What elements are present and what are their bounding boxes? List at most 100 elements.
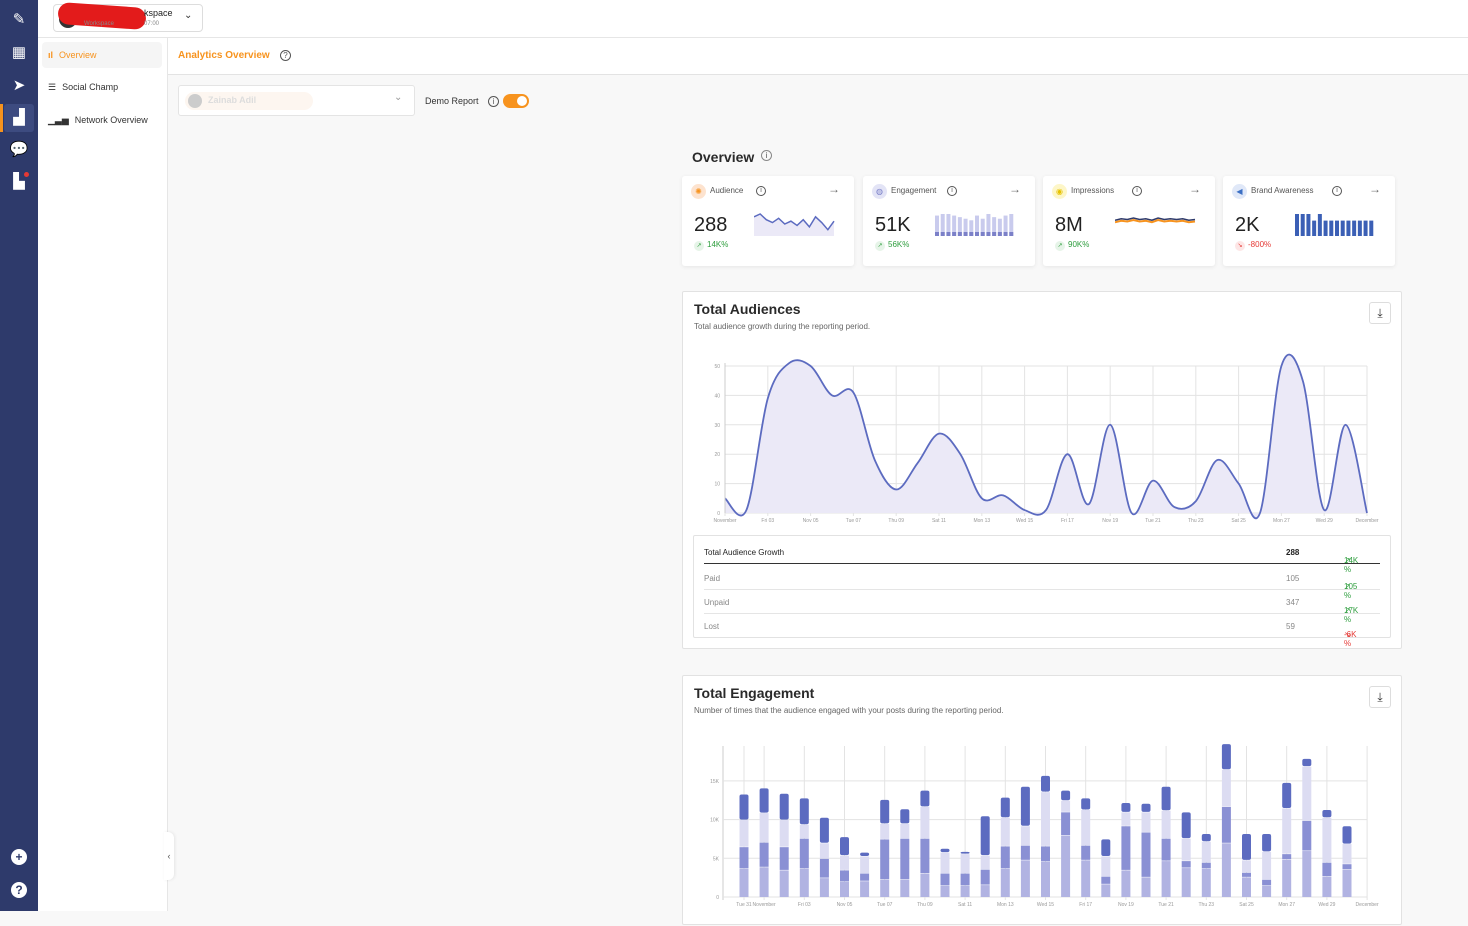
bar-segment-1 bbox=[1001, 869, 1010, 897]
x-tick-label: Sat 25 bbox=[1231, 518, 1246, 524]
bar-segment-1 bbox=[1262, 886, 1271, 897]
x-tick-label: Mon 27 bbox=[1278, 902, 1295, 908]
workspace-selector[interactable]: kspace Workspace 07:00 ⌄ bbox=[53, 4, 203, 32]
account-name: Zainab Adil bbox=[208, 95, 256, 105]
bar-segment-2 bbox=[1302, 821, 1311, 851]
bar-segment-2 bbox=[760, 843, 769, 867]
bar-segment-2 bbox=[1142, 832, 1151, 876]
bar-segment-3 bbox=[760, 813, 769, 842]
bar-segment-1 bbox=[1202, 869, 1211, 897]
analytics-icon[interactable]: ▟ bbox=[9, 108, 29, 128]
x-tick-label: Tue 31 bbox=[736, 902, 752, 908]
y-tick-label: 20 bbox=[714, 452, 720, 458]
arrow-right-icon[interactable]: → bbox=[1369, 182, 1381, 196]
bar-segment-4 bbox=[1081, 798, 1090, 809]
bar-segment-1 bbox=[1081, 860, 1090, 897]
sidebar-item-social-champ[interactable]: ☰ Social Champ bbox=[42, 74, 162, 100]
bar-segment-1 bbox=[900, 880, 909, 897]
help-icon[interactable]: ? bbox=[11, 882, 27, 898]
analytics-sidebar: ıl Overview ☰ Social Champ ▁▃▅ Network O… bbox=[38, 38, 168, 911]
arrow-right-icon[interactable]: → bbox=[828, 182, 840, 196]
x-tick-label: Wed 15 bbox=[1037, 902, 1054, 908]
x-tick-label: Tue 21 bbox=[1145, 518, 1161, 524]
bar-segment-4 bbox=[740, 795, 749, 820]
bar-segment-1 bbox=[1021, 860, 1030, 897]
table-row: Unpaid347↗ 17K % bbox=[704, 590, 1380, 614]
bar-segment-3 bbox=[1343, 844, 1352, 864]
help-icon[interactable]: ? bbox=[280, 50, 291, 61]
card-change: ↗ 14K% bbox=[694, 240, 728, 251]
bar-segment-3 bbox=[1322, 818, 1331, 862]
row-value: 347 bbox=[1286, 598, 1299, 607]
account-select[interactable]: Zainab Adil ⌄ bbox=[178, 85, 415, 116]
bar-segment-1 bbox=[1101, 884, 1110, 897]
info-icon: i bbox=[1332, 186, 1342, 196]
bar-segment-4 bbox=[981, 816, 990, 855]
page-header: Analytics Overview ? bbox=[168, 38, 1468, 75]
card-label: Engagement bbox=[891, 186, 936, 195]
bar-segment-1 bbox=[920, 873, 929, 897]
bar-segment-2 bbox=[1282, 854, 1291, 859]
sidebar-item-network-overview[interactable]: ▁▃▅ Network Overview bbox=[42, 107, 162, 133]
inbox-icon[interactable]: 💬 bbox=[9, 140, 29, 160]
sidebar-item-overview[interactable]: ıl Overview bbox=[42, 42, 162, 68]
bar-segment-3 bbox=[981, 856, 990, 869]
trend-up-icon: ↗ bbox=[1055, 241, 1065, 251]
bar-segment-1 bbox=[981, 885, 990, 897]
info-icon: i bbox=[488, 96, 499, 107]
bar-segment-4 bbox=[1142, 804, 1151, 812]
publish-icon[interactable]: ➤ bbox=[9, 76, 29, 96]
sparkline-bar bbox=[1318, 214, 1322, 236]
bar-segment-3 bbox=[1242, 860, 1251, 872]
card-change: ↗ 56K% bbox=[875, 240, 909, 251]
x-tick-label: Nov 19 bbox=[1102, 518, 1118, 524]
workspace-time: 07:00 bbox=[144, 21, 159, 27]
overview-card-impressions[interactable]: ◉Impressionsi→8M↗ 90K% bbox=[1043, 176, 1215, 266]
bar-segment-2 bbox=[860, 873, 869, 880]
demo-report-toggle[interactable] bbox=[503, 94, 529, 108]
arrow-right-icon[interactable]: → bbox=[1009, 182, 1021, 196]
bar-segment-1 bbox=[1142, 877, 1151, 897]
total-engagement-panel: Total Engagement Number of times that th… bbox=[682, 675, 1402, 925]
x-tick-label: December bbox=[1356, 902, 1379, 908]
bar-segment-1 bbox=[880, 880, 889, 897]
sparkline-bar-base bbox=[946, 232, 950, 236]
y-tick-label: 30 bbox=[714, 423, 720, 429]
y-tick-label: 40 bbox=[714, 393, 720, 399]
total-audiences-chart: 01020304050NovemberFri 03Nov 05Tue 07Thu… bbox=[683, 292, 1403, 532]
bar-segment-2 bbox=[1121, 826, 1130, 870]
bar-segment-4 bbox=[920, 791, 929, 807]
card-sparkline bbox=[935, 210, 1017, 236]
overview-title: Overview bbox=[692, 149, 754, 165]
row-value: 288 bbox=[1286, 548, 1299, 557]
bar-segment-4 bbox=[1262, 834, 1271, 851]
bar-segment-1 bbox=[740, 869, 749, 897]
trend-up-icon: ↗ bbox=[694, 241, 704, 251]
bar-chart-icon: ıl bbox=[48, 50, 53, 60]
overview-card-brand-awareness[interactable]: ◀Brand Awarenessi→2K↘ -800% bbox=[1223, 176, 1395, 266]
sidebar-item-label: Social Champ bbox=[62, 82, 118, 92]
overview-card-audience[interactable]: ✺Audiencei→288↗ 14K% bbox=[682, 176, 854, 266]
bar-segment-3 bbox=[1302, 767, 1311, 821]
reports-icon[interactable]: ▙ bbox=[9, 172, 29, 192]
sparkline-bar bbox=[1306, 214, 1310, 236]
sparkline-bar-base bbox=[975, 232, 979, 236]
bar-segment-4 bbox=[840, 837, 849, 855]
collapse-sidebar-button[interactable]: ‹ bbox=[164, 832, 174, 880]
bar-segment-2 bbox=[1061, 812, 1070, 835]
compose-icon[interactable]: ✎ bbox=[9, 10, 29, 30]
bar-segment-1 bbox=[1322, 877, 1331, 897]
add-icon[interactable]: + bbox=[11, 849, 27, 865]
calendar-icon[interactable]: ▦ bbox=[9, 43, 29, 63]
overview-card-engagement[interactable]: ◍Engagementi→51K↗ 56K% bbox=[863, 176, 1035, 266]
bar-segment-2 bbox=[1162, 839, 1171, 861]
impressions-icon: ◉ bbox=[1052, 184, 1067, 199]
y-tick-label: 10K bbox=[710, 818, 720, 824]
arrow-right-icon[interactable]: → bbox=[1189, 182, 1201, 196]
card-sparkline bbox=[1295, 210, 1377, 236]
bar-segment-2 bbox=[1101, 877, 1110, 884]
bar-segment-3 bbox=[1182, 839, 1191, 861]
bar-segment-1 bbox=[941, 886, 950, 897]
bar-segment-1 bbox=[1282, 860, 1291, 897]
demo-report-label: Demo Report bbox=[425, 96, 479, 106]
